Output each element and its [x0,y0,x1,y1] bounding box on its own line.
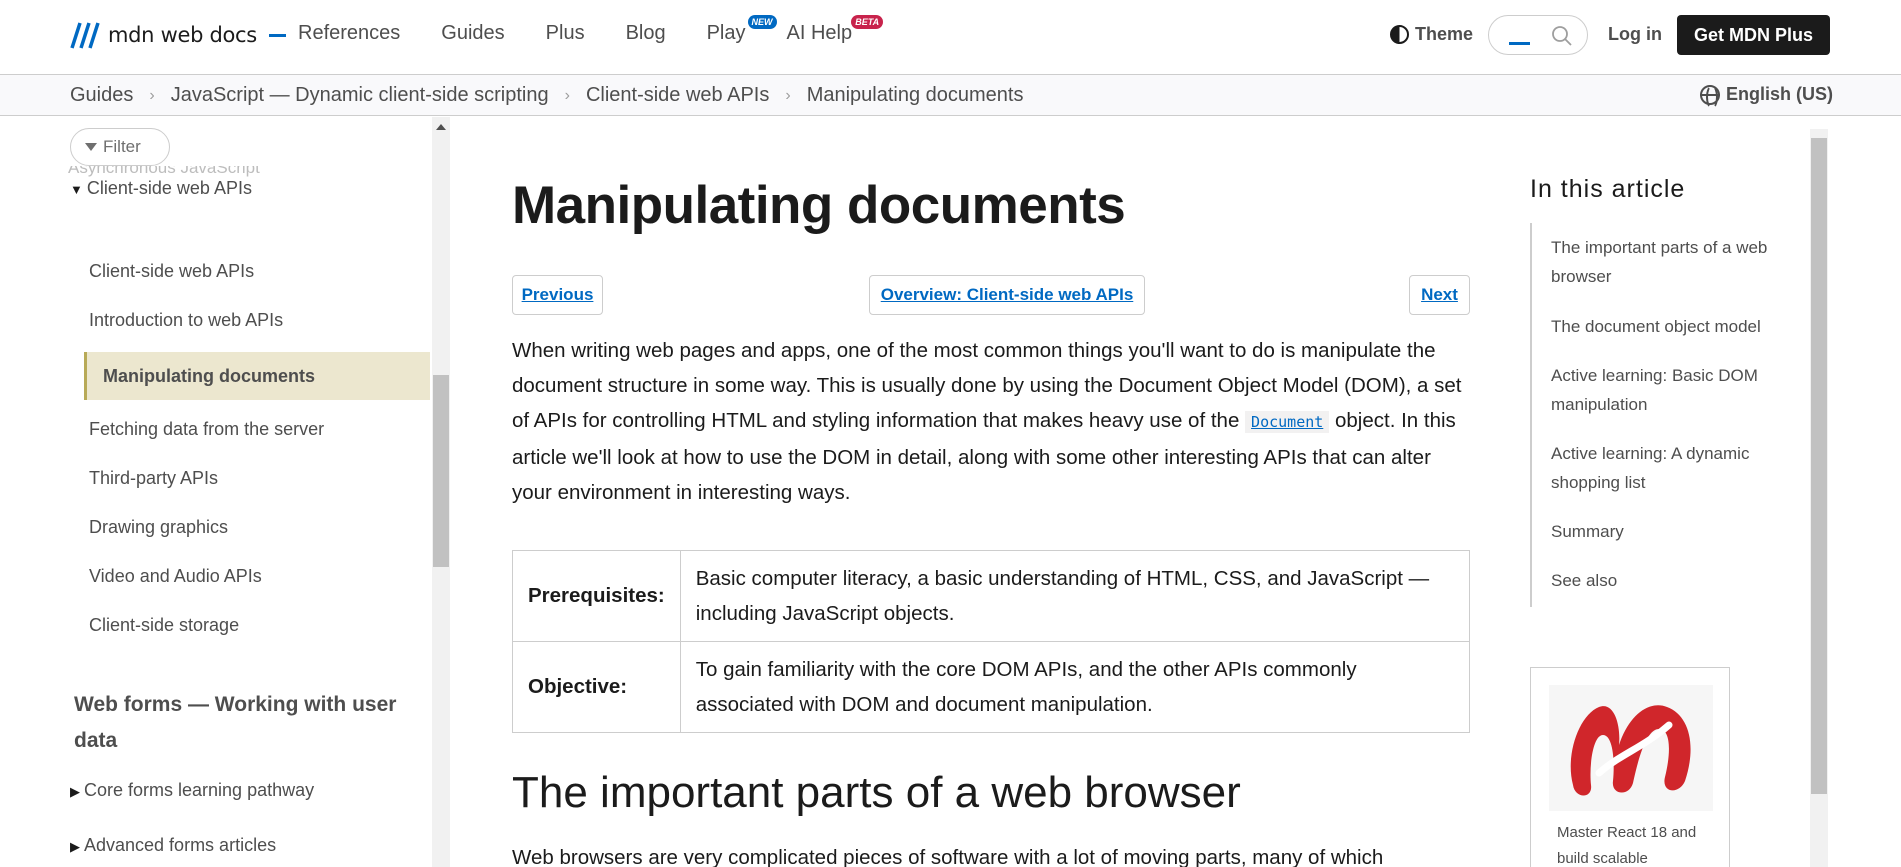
theme-label: Theme [1415,24,1474,44]
sidebar-heading-web-forms[interactable]: Web forms — Working with user data [74,687,414,759]
beta-badge: BETA [851,15,884,29]
breadcrumb-current[interactable]: Manipulating documents [807,84,1024,107]
logo-text: mdn web docs [108,23,257,47]
ad-text: Master React 18 and build scalable [1557,824,1697,867]
section-heading: The important parts of a web browser [512,768,1241,817]
nav-references[interactable]: References [298,22,400,45]
toc-item-summary[interactable]: Summary [1551,517,1786,546]
overview-button[interactable]: Overview: Client-side web APIs [869,275,1145,315]
nav-ai-help-label: AI Help [786,22,853,44]
table-row: Objective: To gain familiarity with the … [512,641,1471,733]
sidebar-item-client-side-storage[interactable]: Client-side storage [89,615,239,636]
sidebar-item-client-side-apis[interactable]: Client-side web APIs [89,261,254,282]
top-navigation: mdn web docs References Guides Plus Blog… [0,0,1901,75]
logo-cursor [268,33,286,37]
sidebar-ad[interactable]: Master React 18 and build scalable [1530,667,1730,867]
ad-logo-image [1549,685,1713,811]
main-content: Manipulating documents Previous Overview… [450,117,1471,867]
globe-icon [1700,84,1720,109]
nav-guides[interactable]: Guides [441,22,504,45]
chevron-right-icon: › [785,86,791,104]
prerequisites-table: Prerequisites: Basic computer literacy, … [512,550,1471,733]
chevron-right-icon: › [149,86,155,104]
language-switcher[interactable]: English (US) [1700,84,1833,109]
breadcrumb-bar: Guides › JavaScript — Dynamic client-sid… [0,75,1901,116]
theme-icon [1390,25,1409,44]
triangle-down-icon: ▼ [70,182,83,197]
get-mdn-plus-button[interactable]: Get MDN Plus [1677,15,1830,55]
chevron-right-icon: › [564,86,570,104]
sidebar-item-core-forms[interactable]: ▶ Core forms learning pathway [70,780,314,801]
sidebar-item-video-audio-apis[interactable]: Video and Audio APIs [89,566,262,587]
filter-placeholder: Filter [103,137,141,156]
sidebar: Filter Asynchronous JavaScript ▼ Client-s… [0,117,432,867]
breadcrumb-client-side-apis[interactable]: Client-side web APIs [586,84,769,107]
theme-button[interactable]: Theme [1390,24,1473,45]
ad-logo-icon [1570,705,1691,796]
search-cursor [1509,42,1530,45]
table-row: Prerequisites: Basic computer literacy, … [512,550,1471,642]
main-nav: References Guides Plus Blog Play NEW AI … [298,15,893,45]
breadcrumb: Guides › JavaScript — Dynamic client-sid… [70,84,1023,107]
objective-label: Objective: [512,641,681,733]
toc-item-basic-dom[interactable]: Active learning: Basic DOM manipulation [1551,361,1786,419]
nav-play[interactable]: Play NEW [706,15,777,45]
document-code-link[interactable]: Document [1245,411,1330,433]
breadcrumb-guides[interactable]: Guides [70,84,133,107]
sidebar-item-advanced-forms[interactable]: ▶ Advanced forms articles [70,835,276,856]
toc-item-dom[interactable]: The document object model [1551,312,1786,341]
next-button[interactable]: Next [1409,275,1470,315]
sidebar-faded-item: Asynchronous JavaScript [68,166,260,177]
triangle-right-icon: ▶ [70,839,80,854]
page-title: Manipulating documents [512,176,1126,235]
search-input[interactable] [1488,15,1588,55]
toc-item-important-parts[interactable]: The important parts of a web browser [1551,233,1786,291]
breadcrumb-javascript[interactable]: JavaScript — Dynamic client-side scripti… [171,84,549,107]
nav-plus[interactable]: Plus [546,22,585,45]
toc-item-see-also[interactable]: See also [1551,566,1786,595]
sidebar-item-intro-web-apis[interactable]: Introduction to web APIs [89,310,283,331]
triangle-right-icon: ▶ [70,784,80,799]
previous-button[interactable]: Previous [512,275,603,315]
sidebar-scrollbar-thumb[interactable] [433,375,449,567]
sidebar-item-manipulating-documents[interactable]: Manipulating documents [84,352,430,400]
language-label: English (US) [1726,84,1833,104]
page-scrollbar-thumb[interactable] [1811,138,1827,794]
sidebar-item-fetching-data[interactable]: Fetching data from the server [89,419,324,440]
section-paragraph: Web browsers are very complicated pieces… [512,846,1384,867]
new-badge: NEW [747,15,777,29]
nav-ai-help[interactable]: AI Help BETA [786,15,884,45]
nav-play-label: Play [706,22,746,44]
sidebar-item-drawing-graphics[interactable]: Drawing graphics [89,517,228,538]
login-link[interactable]: Log in [1608,24,1662,45]
sidebar-item-third-party-apis[interactable]: Third-party APIs [89,468,218,489]
filter-icon [85,143,97,151]
prerequisites-value: Basic computer literacy, a basic underst… [679,550,1471,642]
prerequisites-label: Prerequisites: [512,550,681,642]
toc-item-shopping-list[interactable]: Active learning: A dynamic shopping list [1551,439,1786,497]
mdn-logo-icon [70,22,100,49]
nav-blog[interactable]: Blog [626,22,666,45]
sidebar-section-label: Client-side web APIs [86,178,252,198]
sidebar-section-client-side-apis[interactable]: ▼ Client-side web APIs [70,178,252,199]
intro-paragraph: When writing web pages and apps, one of … [512,339,1462,504]
table-of-contents: The important parts of a web browser The… [1530,223,1780,607]
toc-title: In this article [1530,175,1686,203]
filter-input[interactable]: Filter [70,128,170,166]
mdn-logo[interactable]: mdn web docs [70,20,286,50]
scroll-up-arrow-icon[interactable] [436,124,446,130]
search-icon [1552,26,1572,46]
objective-value: To gain familiarity with the core DOM AP… [679,641,1471,733]
